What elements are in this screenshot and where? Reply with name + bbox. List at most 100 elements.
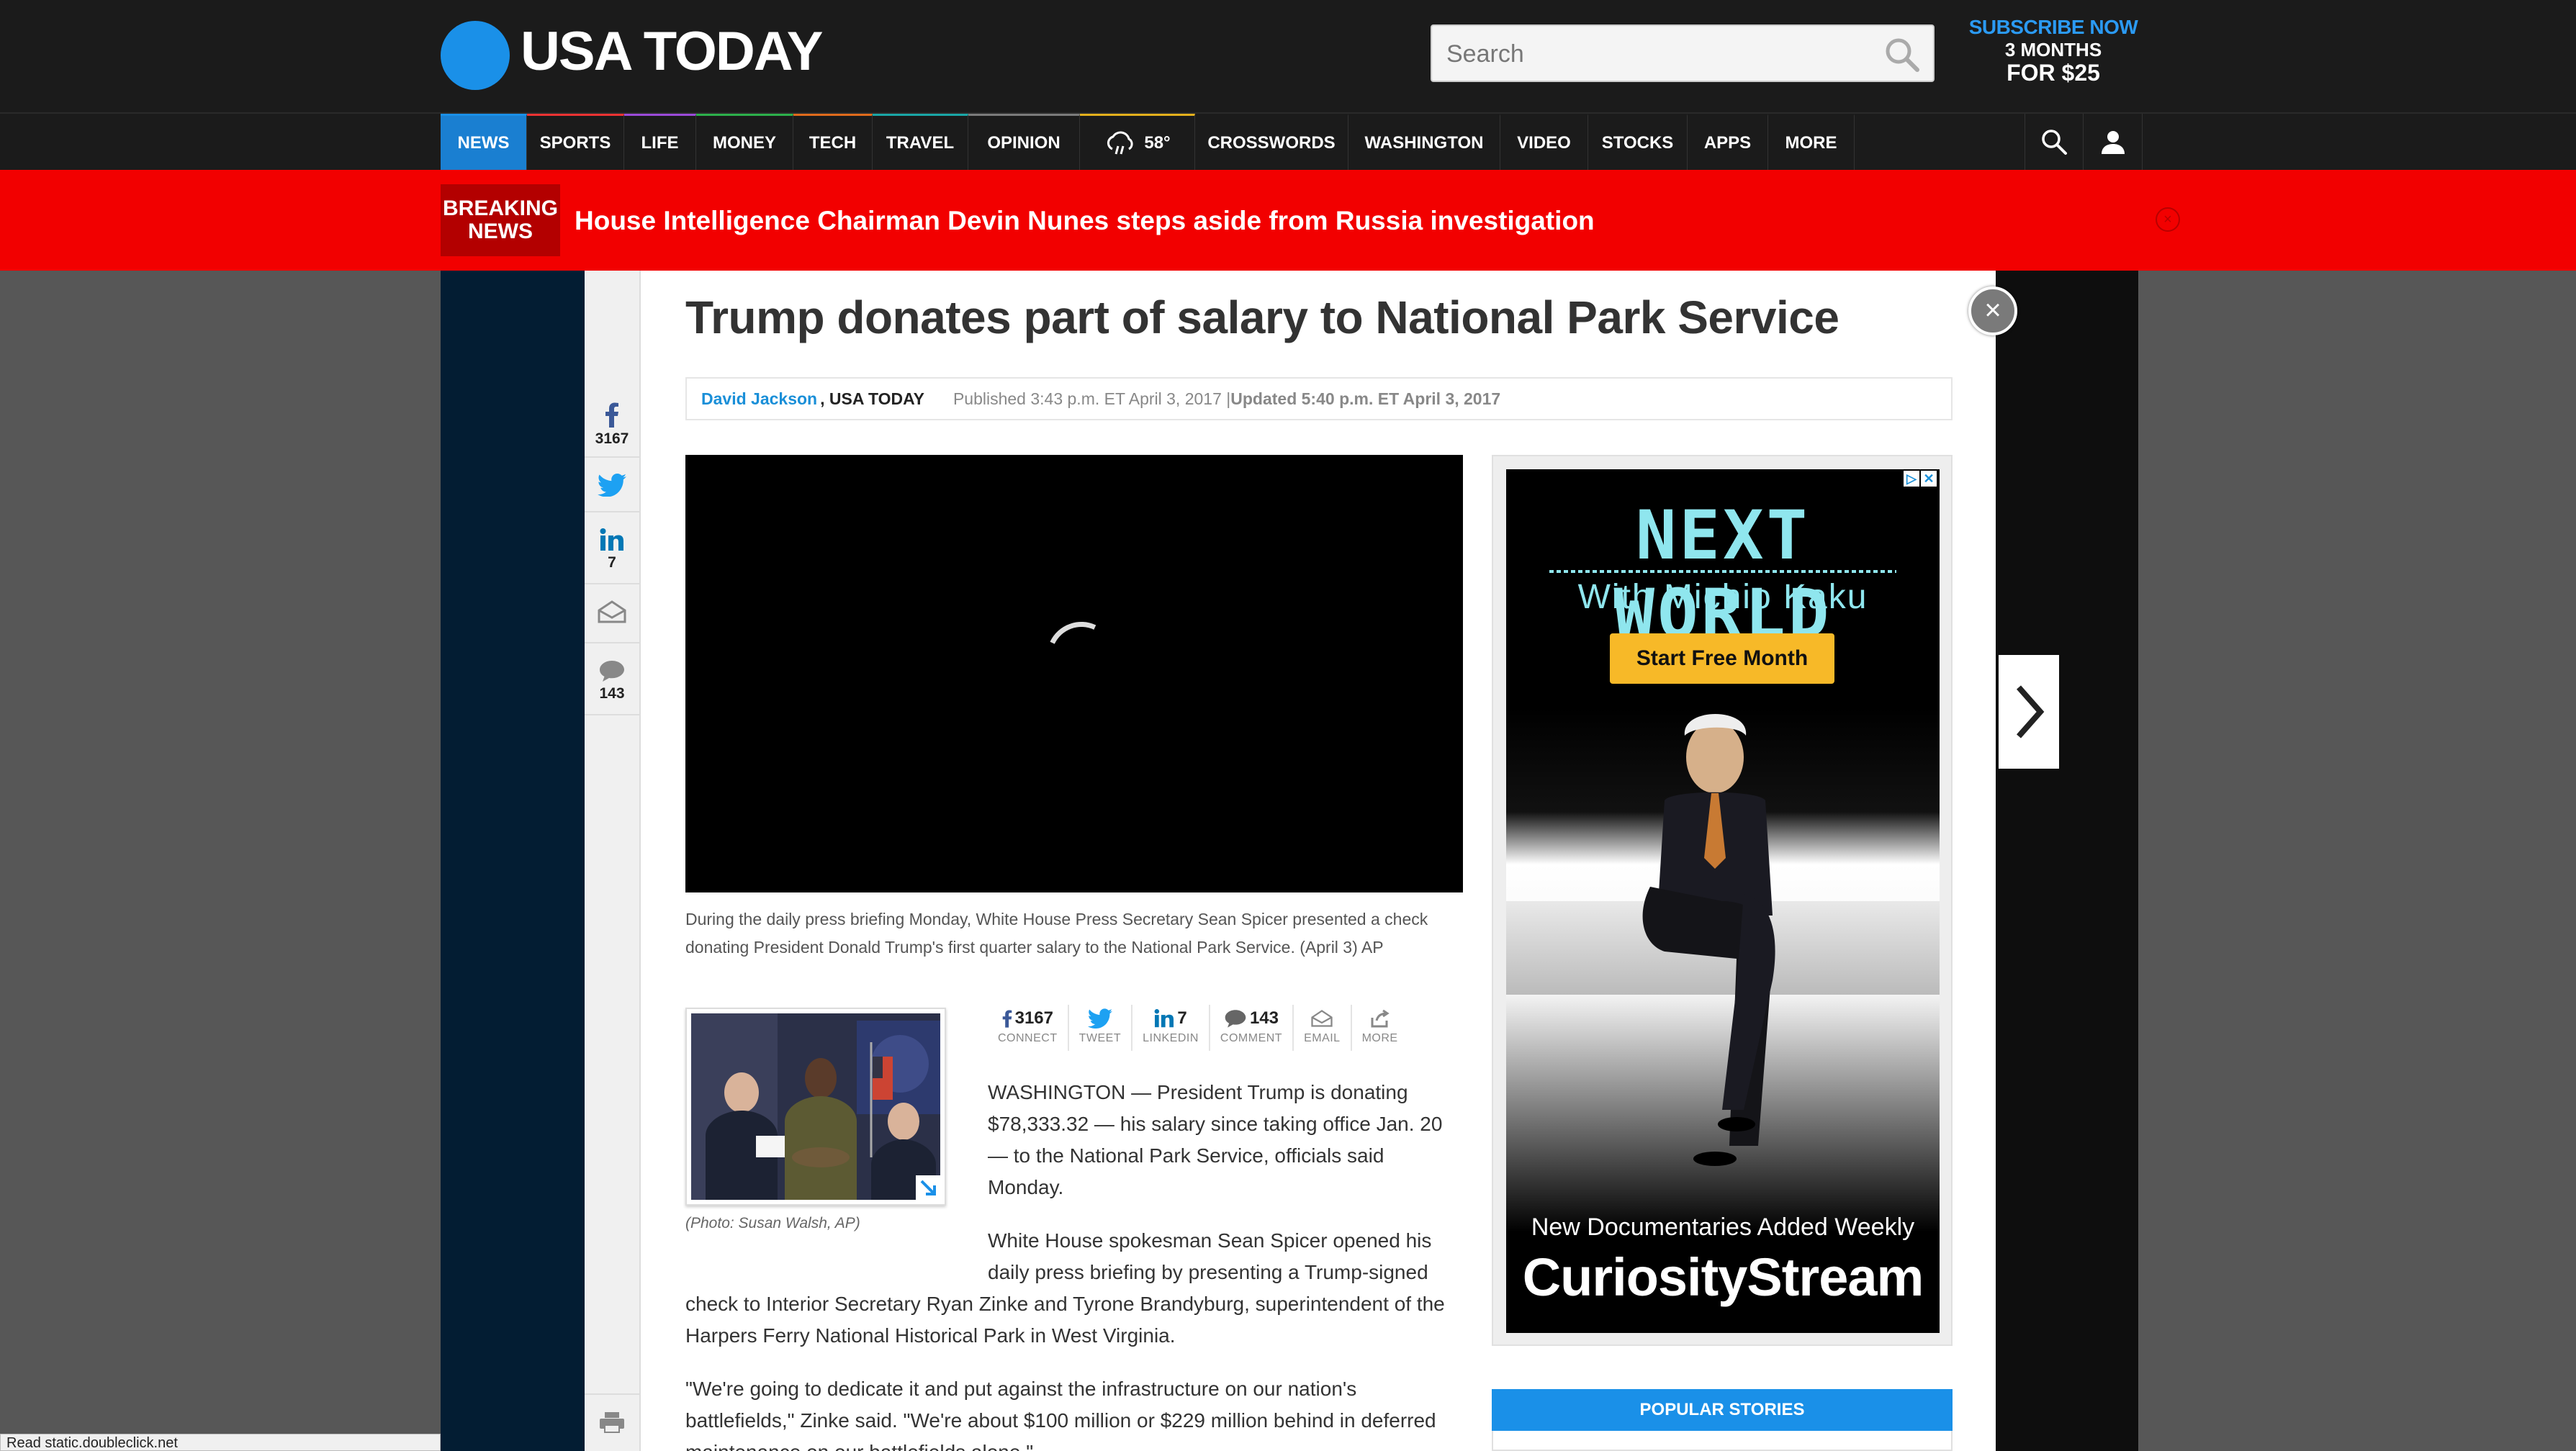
subscribe-price: FOR $25: [2007, 60, 2100, 86]
share-twitter-label: TWEET: [1078, 1032, 1122, 1044]
published-time: Published 3:43 p.m. ET April 3, 2017 |: [953, 389, 1231, 408]
subscribe-cta: SUBSCRIBE NOW: [1968, 16, 2138, 38]
main-nav: NEWS SPORTS LIFE MONEY TECH TRAVEL OPINI…: [0, 112, 2576, 170]
share-comment-count: 143: [1249, 1008, 1279, 1028]
share-facebook-count: 3167: [1014, 1008, 1053, 1028]
nav-label: TRAVEL: [886, 132, 955, 153]
nav-item-apps[interactable]: APPS: [1688, 114, 1768, 170]
breaking-tag-line1: BREAKING: [442, 196, 558, 220]
rail-twitter-share[interactable]: [585, 458, 639, 512]
twitter-icon: [598, 474, 626, 497]
updated-time: Updated 5:40 p.m. ET April 3, 2017: [1230, 389, 1501, 408]
nav-item-travel[interactable]: TRAVEL: [873, 114, 968, 170]
share-rail: 3167 7 143: [585, 271, 641, 1451]
popular-stories-header[interactable]: POPULAR STORIES: [1492, 1389, 1953, 1431]
nav-item-money[interactable]: MONEY: [696, 114, 793, 170]
linkedin-icon: [1154, 1009, 1174, 1028]
share-twitter-button[interactable]: TWEET: [1069, 1005, 1133, 1051]
share-more-top: [1362, 1005, 1398, 1032]
video-caption: During the daily press briefing Monday, …: [685, 910, 1428, 957]
chevron-right-icon: [2017, 685, 2045, 738]
nav-item-more[interactable]: MORE: [1768, 114, 1855, 170]
photo-scene: [691, 1013, 940, 1200]
share-linkedin-label: LINKEDIN: [1143, 1032, 1199, 1044]
site-logo[interactable]: USA TODAY: [521, 20, 823, 83]
ad-choices[interactable]: ▷ ✕: [1904, 471, 1937, 487]
usa-today-logo-circle[interactable]: [441, 21, 510, 90]
background-left: [441, 271, 585, 1451]
ad-choices-icon[interactable]: ▷: [1904, 471, 1919, 487]
nav-label: SPORTS: [539, 132, 611, 153]
expand-icon[interactable]: [916, 1175, 940, 1200]
nav-item-sports[interactable]: SPORTS: [527, 114, 624, 170]
photo-credit: (Photo: Susan Walsh, AP): [685, 1215, 860, 1231]
advertisement[interactable]: ▷ ✕ NEXT WORLD With Michio Kaku Start Fr…: [1506, 469, 1940, 1333]
nav-item-life[interactable]: LIFE: [624, 114, 696, 170]
rail-print[interactable]: [585, 1393, 639, 1451]
nav-item-stocks[interactable]: STOCKS: [1588, 114, 1688, 170]
breaking-news-tag: BREAKING NEWS: [441, 184, 560, 256]
nav-label: LIFE: [641, 132, 679, 153]
breaking-headline[interactable]: House Intelligence Chairman Devin Nunes …: [575, 206, 1595, 236]
rail-email-share[interactable]: [585, 584, 639, 643]
share-more-button[interactable]: MORE: [1352, 1005, 1408, 1051]
nav-label: NEWS: [457, 132, 510, 153]
article-byline: David Jackson , USA TODAY Published 3:43…: [685, 377, 1953, 420]
rail-comments[interactable]: 143: [585, 643, 639, 715]
article-paragraph: WASHINGTON — President Trump is donating…: [988, 1081, 1443, 1198]
breaking-tag-line2: NEWS: [468, 220, 533, 243]
nav-label: STOCKS: [1601, 132, 1674, 153]
search-input[interactable]: [1446, 37, 1850, 71]
rail-facebook-share[interactable]: 3167: [585, 386, 639, 458]
ad-title: NEXT WORLD: [1613, 497, 1832, 654]
nav-label: TECH: [809, 132, 857, 153]
share-comment-top: 143: [1220, 1005, 1282, 1032]
weather-cloud-icon: [1107, 131, 1133, 154]
close-modal-button[interactable]: ×: [1968, 286, 2017, 335]
ad-photo: [1506, 707, 1940, 1232]
breaking-news-banner[interactable]: BREAKING NEWS House Intelligence Chairma…: [0, 170, 2576, 271]
facebook-icon: [605, 402, 618, 428]
share-comment-button[interactable]: 143 COMMENT: [1210, 1005, 1294, 1051]
share-arrow-icon: [1371, 1009, 1390, 1028]
email-icon: [1311, 1010, 1333, 1027]
comment-icon: [600, 661, 624, 682]
nav-item-video[interactable]: VIDEO: [1500, 114, 1588, 170]
nav-item-opinion[interactable]: OPINION: [968, 114, 1080, 170]
ad-subtitle: With Michio Kaku: [1577, 578, 1868, 616]
next-article-button[interactable]: [1999, 655, 2059, 769]
author-link[interactable]: David Jackson: [701, 389, 817, 409]
weather-temp: 58°: [1144, 132, 1171, 153]
nav-item-tech[interactable]: TECH: [793, 114, 873, 170]
subscribe-promo[interactable]: SUBSCRIBE NOW 3 MONTHS FOR $25: [1964, 16, 2143, 85]
linkedin-count: 7: [608, 554, 616, 571]
breaking-close-button[interactable]: ×: [2156, 207, 2180, 232]
nav-item-washington[interactable]: WASHINGTON: [1348, 114, 1500, 170]
share-email-label: EMAIL: [1304, 1032, 1341, 1044]
loading-spinner-icon: [1037, 612, 1126, 701]
share-linkedin-button[interactable]: 7 LINKEDIN: [1132, 1005, 1210, 1051]
rail-linkedin-share[interactable]: 7: [585, 512, 639, 584]
nav-item-news[interactable]: NEWS: [441, 114, 527, 170]
search-box: [1431, 24, 1935, 82]
ad-container: ▷ ✕ NEXT WORLD With Michio Kaku Start Fr…: [1492, 455, 1953, 1346]
ad-close-icon[interactable]: ✕: [1921, 471, 1937, 487]
share-email-button[interactable]: EMAIL: [1294, 1005, 1352, 1051]
subscribe-duration: 3 MONTHS: [2004, 39, 2102, 60]
nav-label: WASHINGTON: [1364, 132, 1484, 153]
share-tw-top: [1079, 1005, 1122, 1032]
share-facebook-button[interactable]: 3167 CONNECT: [988, 1005, 1069, 1051]
nav-item-weather[interactable]: 58°: [1080, 114, 1195, 170]
ad-brand-logo: CuriosityStream: [1522, 1247, 1924, 1307]
twitter-icon: [1087, 1008, 1112, 1029]
ad-cta-button[interactable]: Start Free Month: [1610, 633, 1834, 684]
browser-status-bar: Read static.doubleclick.net: [0, 1434, 441, 1451]
nav-label: CROSSWORDS: [1207, 132, 1336, 153]
comment-count: 143: [599, 685, 625, 702]
nav-user-button[interactable]: [2084, 114, 2143, 170]
article-photo[interactable]: [685, 1008, 946, 1206]
video-player[interactable]: [685, 455, 1463, 892]
nav-search-button[interactable]: [2025, 114, 2084, 170]
search-icon[interactable]: [1881, 35, 1923, 75]
nav-item-crosswords[interactable]: CROSSWORDS: [1195, 114, 1348, 170]
